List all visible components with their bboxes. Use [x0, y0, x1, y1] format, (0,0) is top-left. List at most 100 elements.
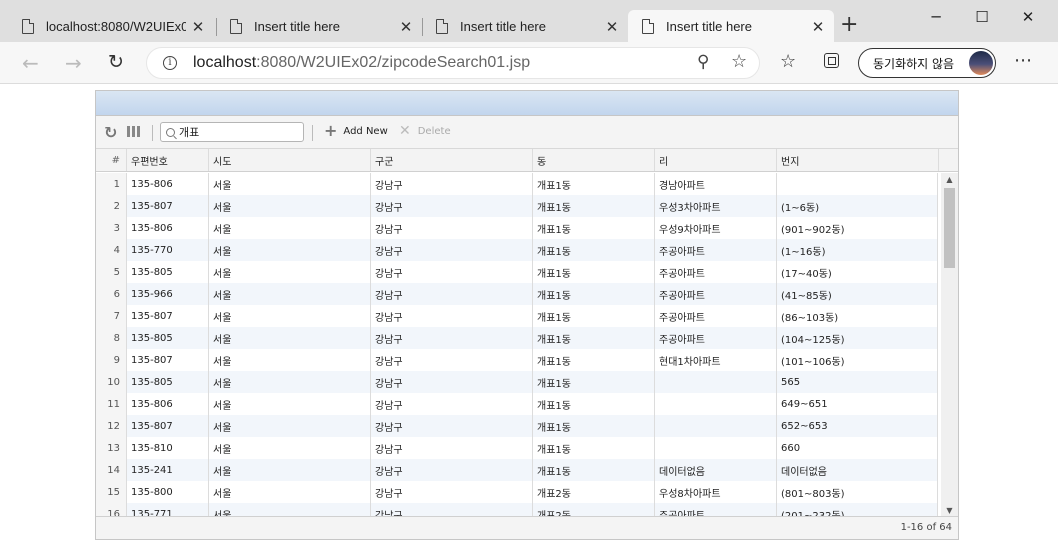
- table-row[interactable]: 4 135-770 서울 강남구 개표1동 주공아파트 (1~16동): [96, 239, 938, 261]
- maximize-button[interactable]: ☐: [972, 8, 992, 26]
- url-text[interactable]: localhost:8080/W2UIEx02/zipcodeSearch01.…: [193, 54, 530, 72]
- col-number-cell: 9: [96, 349, 127, 371]
- col-ri-cell: 현대1차아파트: [655, 349, 777, 371]
- favorite-star-icon[interactable]: ☆: [731, 51, 747, 72]
- collections-icon[interactable]: [824, 53, 839, 68]
- header-col-gugun[interactable]: 구군: [371, 149, 533, 171]
- col-dong-cell: 개표2동: [533, 503, 655, 517]
- columns-icon[interactable]: [127, 126, 140, 137]
- col-zipcode-cell: 135-807: [127, 305, 209, 327]
- header-col-zipcode[interactable]: 우편번호: [127, 149, 209, 171]
- table-row[interactable]: 12 135-807 서울 강남구 개표1동 652~653: [96, 415, 938, 437]
- browser-tab-active[interactable]: Insert title here ✕: [628, 10, 834, 42]
- header-col-number[interactable]: #: [96, 149, 127, 171]
- col-ri-cell: 경남아파트: [655, 173, 777, 195]
- col-gugun-cell: 강남구: [371, 217, 533, 239]
- col-dong-cell: 개표1동: [533, 459, 655, 481]
- browser-tab-2[interactable]: Insert title here ✕: [208, 10, 422, 42]
- delete-button[interactable]: ✕ Delete: [399, 124, 451, 138]
- col-gugun-cell: 강남구: [371, 261, 533, 283]
- zoom-icon[interactable]: ⚲: [697, 52, 709, 72]
- header-col-bunji[interactable]: 번지: [777, 149, 939, 171]
- table-row[interactable]: 10 135-805 서울 강남구 개표1동 565: [96, 371, 938, 393]
- col-ri-cell: [655, 437, 777, 459]
- table-row[interactable]: 14 135-241 서울 강남구 개표1동 데이터없음 데이터없음: [96, 459, 938, 481]
- col-dong-cell: 개표1동: [533, 261, 655, 283]
- browser-tab-3[interactable]: Insert title here ✕: [414, 10, 628, 42]
- col-number-cell: 4: [96, 239, 127, 261]
- search-value: 개표: [179, 126, 200, 139]
- col-sido-cell: 서울: [209, 415, 371, 437]
- vertical-scrollbar[interactable]: ▲ ▼: [941, 173, 958, 517]
- table-row[interactable]: 7 135-807 서울 강남구 개표1동 주공아파트 (86~103동): [96, 305, 938, 327]
- table-row[interactable]: 2 135-807 서울 강남구 개표1동 우성3차아파트 (1~6동): [96, 195, 938, 217]
- close-tab-icon[interactable]: ✕: [190, 18, 206, 36]
- col-zipcode-cell: 135-806: [127, 217, 209, 239]
- col-ri-cell: 우성9차아파트: [655, 217, 777, 239]
- col-bunji-cell: 데이터없음: [777, 459, 938, 481]
- tab-title: localhost:8080/W2UIEx02/: [46, 18, 186, 34]
- more-menu-icon[interactable]: ⋯: [1014, 50, 1032, 71]
- table-row[interactable]: 15 135-800 서울 강남구 개표2동 우성8차아파트 (801~803동): [96, 481, 938, 503]
- table-row[interactable]: 5 135-805 서울 강남구 개표1동 주공아파트 (17~40동): [96, 261, 938, 283]
- col-number-cell: 15: [96, 481, 127, 503]
- col-zipcode-cell: 135-800: [127, 481, 209, 503]
- col-gugun-cell: 강남구: [371, 503, 533, 517]
- col-number-cell: 13: [96, 437, 127, 459]
- avatar: [969, 51, 993, 75]
- col-bunji-cell: (41~85동): [777, 283, 938, 305]
- reload-icon[interactable]: ↻: [104, 123, 117, 142]
- col-bunji-cell: 649~651: [777, 393, 938, 415]
- table-row[interactable]: 8 135-805 서울 강남구 개표1동 주공아파트 (104~125동): [96, 327, 938, 349]
- table-row[interactable]: 1 135-806 서울 강남구 개표1동 경남아파트: [96, 173, 938, 195]
- col-number-cell: 3: [96, 217, 127, 239]
- delete-label: Delete: [417, 125, 451, 137]
- table-row[interactable]: 16 135-771 서울 강남구 개표2동 주공아파트 (201~232동): [96, 503, 938, 517]
- header-col-ri[interactable]: 리: [655, 149, 777, 171]
- col-ri-cell: [655, 393, 777, 415]
- col-zipcode-cell: 135-241: [127, 459, 209, 481]
- close-tab-icon[interactable]: ✕: [810, 18, 826, 36]
- forward-arrow-icon[interactable]: →: [65, 51, 82, 75]
- close-tab-icon[interactable]: ✕: [398, 18, 414, 36]
- minimize-button[interactable]: ─: [926, 8, 946, 26]
- info-icon[interactable]: i: [163, 56, 177, 70]
- grid-toolbar: ↻ 개표 + Add New ✕ Delete: [96, 116, 958, 149]
- header-col-sido[interactable]: 시도: [209, 149, 371, 171]
- page-icon: [436, 18, 448, 34]
- header-col-dong[interactable]: 동: [533, 149, 655, 171]
- col-bunji-cell: (86~103동): [777, 305, 938, 327]
- close-window-button[interactable]: ✕: [1018, 8, 1038, 26]
- browser-tab-1[interactable]: localhost:8080/W2UIEx02/ ✕: [0, 10, 214, 42]
- url-field[interactable]: i localhost:8080/W2UIEx02/zipcodeSearch0…: [146, 47, 760, 79]
- col-ri-cell: 데이터없음: [655, 459, 777, 481]
- col-gugun-cell: 강남구: [371, 437, 533, 459]
- delete-icon: ✕: [399, 123, 411, 139]
- col-gugun-cell: 강남구: [371, 283, 533, 305]
- close-tab-icon[interactable]: ✕: [604, 18, 620, 36]
- col-ri-cell: [655, 371, 777, 393]
- col-dong-cell: 개표1동: [533, 195, 655, 217]
- scroll-up-icon[interactable]: ▲: [941, 174, 958, 186]
- table-row[interactable]: 9 135-807 서울 강남구 개표1동 현대1차아파트 (101~106동): [96, 349, 938, 371]
- table-row[interactable]: 13 135-810 서울 강남구 개표1동 660: [96, 437, 938, 459]
- col-zipcode-cell: 135-771: [127, 503, 209, 517]
- table-row[interactable]: 11 135-806 서울 강남구 개표1동 649~651: [96, 393, 938, 415]
- sync-label: 동기화하지 않음: [873, 56, 955, 71]
- new-tab-button[interactable]: +: [840, 14, 858, 36]
- favorites-list-icon[interactable]: ☆: [780, 51, 796, 72]
- add-new-button[interactable]: + Add New: [324, 123, 388, 139]
- col-dong-cell: 개표1동: [533, 283, 655, 305]
- table-row[interactable]: 6 135-966 서울 강남구 개표1동 주공아파트 (41~85동): [96, 283, 938, 305]
- search-input[interactable]: 개표: [160, 122, 304, 142]
- col-gugun-cell: 강남구: [371, 305, 533, 327]
- table-row[interactable]: 3 135-806 서울 강남구 개표1동 우성9차아파트 (901~902동): [96, 217, 938, 239]
- col-bunji-cell: (1~6동): [777, 195, 938, 217]
- scroll-thumb[interactable]: [944, 188, 955, 268]
- reload-icon[interactable]: ↻: [108, 52, 128, 72]
- col-gugun-cell: 강남구: [371, 481, 533, 503]
- sync-profile-button[interactable]: 동기화하지 않음: [858, 48, 996, 78]
- col-bunji-cell: 565: [777, 371, 938, 393]
- back-arrow-icon[interactable]: ←: [22, 51, 39, 75]
- col-ri-cell: 우성8차아파트: [655, 481, 777, 503]
